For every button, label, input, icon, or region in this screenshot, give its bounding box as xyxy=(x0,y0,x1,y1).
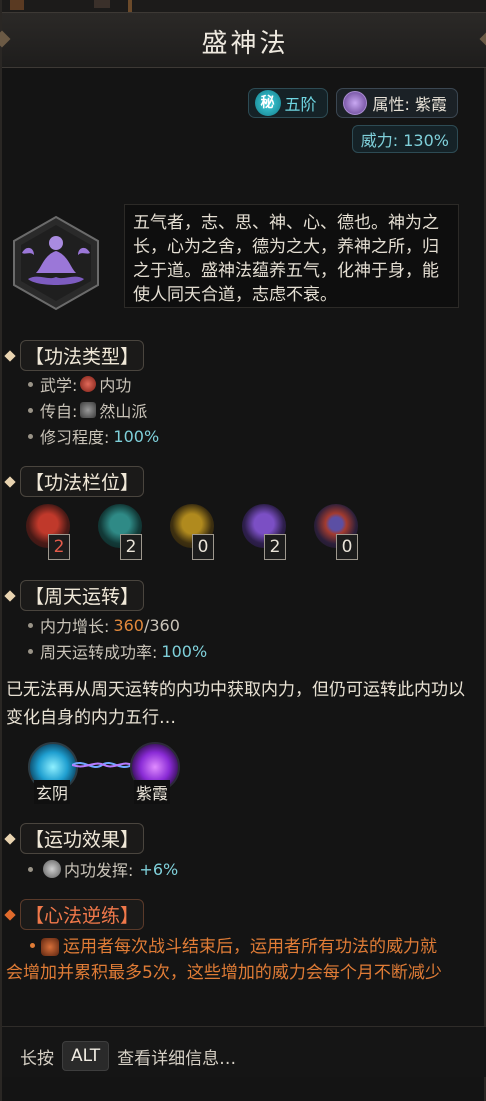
footer-suffix: 查看详细信息… xyxy=(117,1048,237,1069)
footer-prefix: 长按 xyxy=(20,1048,54,1069)
growth-row: 内力增长: 360 /360 xyxy=(28,613,180,637)
section-slots-title: 【功法栏位】 xyxy=(20,466,145,497)
footer-hint: 长按 ALT 查看详细信息… xyxy=(2,1026,486,1077)
martial-label: 武学: xyxy=(40,376,78,395)
martial-value: 内功 xyxy=(99,376,132,395)
attribute-badge: 属性: 紫霞 xyxy=(335,88,458,118)
diamond-bullet-icon xyxy=(4,589,16,602)
bullet-icon xyxy=(28,866,33,872)
from-element-label: 玄阴 xyxy=(34,780,71,804)
tag-row: 秘 五阶 属性: 紫霞 xyxy=(247,88,458,118)
practice-row: 修习程度: 100% xyxy=(28,424,159,448)
slot-count: 2 xyxy=(264,534,286,560)
zixia-attribute-icon xyxy=(342,91,367,115)
internal-art-icon xyxy=(80,376,97,392)
slot-count: 0 xyxy=(192,534,214,560)
diamond-bullet-icon xyxy=(4,475,16,488)
to-element-label: 紫霞 xyxy=(134,780,171,804)
reverse-practice-icon xyxy=(41,938,59,956)
attribute-label: 属性: 紫霞 xyxy=(372,95,447,114)
bullet-icon xyxy=(28,433,33,439)
slot-count: 0 xyxy=(336,534,358,560)
diamond-bullet-icon xyxy=(4,832,16,845)
practice-label: 修习程度: xyxy=(40,428,110,447)
slot-count: 2 xyxy=(48,534,70,560)
slot-item[interactable]: 2 xyxy=(96,504,146,560)
section-cycle-header: 【周天运转】 xyxy=(4,580,145,611)
rank-badge: 秘 五阶 xyxy=(247,88,328,118)
technique-description: 五气者，志、思、神、心、德也。神为之长，心为之舍，德为之大，养神之所，归之于道。… xyxy=(124,204,459,308)
title-bar: 盛神法 xyxy=(0,12,486,68)
slot-item[interactable]: 2 xyxy=(24,504,74,560)
reverse-text: 运用者每次战斗结束后，运用者所有功法的威力就会增加并累积最多5次，这些增加的威力… xyxy=(6,937,442,983)
transform-arrow-icon xyxy=(72,762,132,768)
element-transform: 玄阴 紫霞 xyxy=(28,742,188,804)
meditation-technique-icon xyxy=(13,215,99,311)
internal-power-icon xyxy=(43,860,61,878)
bullet-icon xyxy=(28,381,33,387)
section-slots-header: 【功法栏位】 xyxy=(4,466,145,497)
practice-value: 100% xyxy=(113,426,160,446)
slot-item[interactable]: 0 xyxy=(168,504,218,560)
section-reverse-title: 【心法逆练】 xyxy=(20,899,145,930)
section-effect-header: 【运功效果】 xyxy=(4,823,145,854)
section-cycle-title: 【周天运转】 xyxy=(20,580,145,611)
origin-label: 传自: xyxy=(40,402,78,421)
growth-total: /360 xyxy=(143,615,180,635)
technique-title: 盛神法 xyxy=(201,29,289,59)
rank-label: 五阶 xyxy=(284,95,317,114)
diamond-bullet-icon xyxy=(4,908,16,921)
top-strip-icon xyxy=(10,0,24,10)
rate-row: 周天运转成功率: 100% xyxy=(28,639,207,663)
diamond-bullet-icon xyxy=(4,349,16,362)
bullet-icon xyxy=(30,943,35,948)
effect-label: 内功发挥: xyxy=(64,861,134,880)
bullet-icon xyxy=(28,648,33,654)
reverse-description: 运用者每次战斗结束后，运用者所有功法的威力就会增加并累积最多5次，这些增加的威力… xyxy=(6,934,446,986)
secret-icon: 秘 xyxy=(254,90,281,116)
section-effect-title: 【运功效果】 xyxy=(20,823,145,854)
sect-emblem-icon xyxy=(80,402,97,418)
origin-row: 传自: 然山派 xyxy=(28,398,147,422)
section-type-header: 【功法类型】 xyxy=(4,340,145,371)
martial-row: 武学: 内功 xyxy=(28,372,131,396)
slot-item[interactable]: 2 xyxy=(240,504,290,560)
growth-current: 360 xyxy=(113,615,144,635)
bullet-icon xyxy=(28,622,33,628)
slot-item[interactable]: 0 xyxy=(312,504,362,560)
technique-tooltip: 盛神法 秘 五阶 属性: 紫霞 威力: 130% 五气者，志、思、神、心、德也。… xyxy=(0,0,486,1101)
section-reverse-header: 【心法逆练】 xyxy=(4,899,145,930)
top-strip-icon xyxy=(94,0,110,8)
effect-row: 内功发挥: +6% xyxy=(28,857,178,881)
section-type-title: 【功法类型】 xyxy=(20,340,145,371)
slot-list: 2 2 0 2 0 xyxy=(24,504,362,560)
growth-label: 内力增长: xyxy=(40,617,110,636)
alt-key-badge[interactable]: ALT xyxy=(62,1041,110,1071)
rate-value: 100% xyxy=(161,641,208,661)
power-badge: 威力: 130% xyxy=(351,125,458,153)
bullet-icon xyxy=(28,407,33,413)
slot-count: 2 xyxy=(120,534,142,560)
origin-value: 然山派 xyxy=(99,402,148,421)
cycle-note: 已无法再从周天运转的内功中获取内力，但仍可运转此内功以变化自身的内力五行… xyxy=(6,680,465,728)
rate-label: 周天运转成功率: xyxy=(40,643,158,662)
effect-value: +6% xyxy=(139,859,179,879)
